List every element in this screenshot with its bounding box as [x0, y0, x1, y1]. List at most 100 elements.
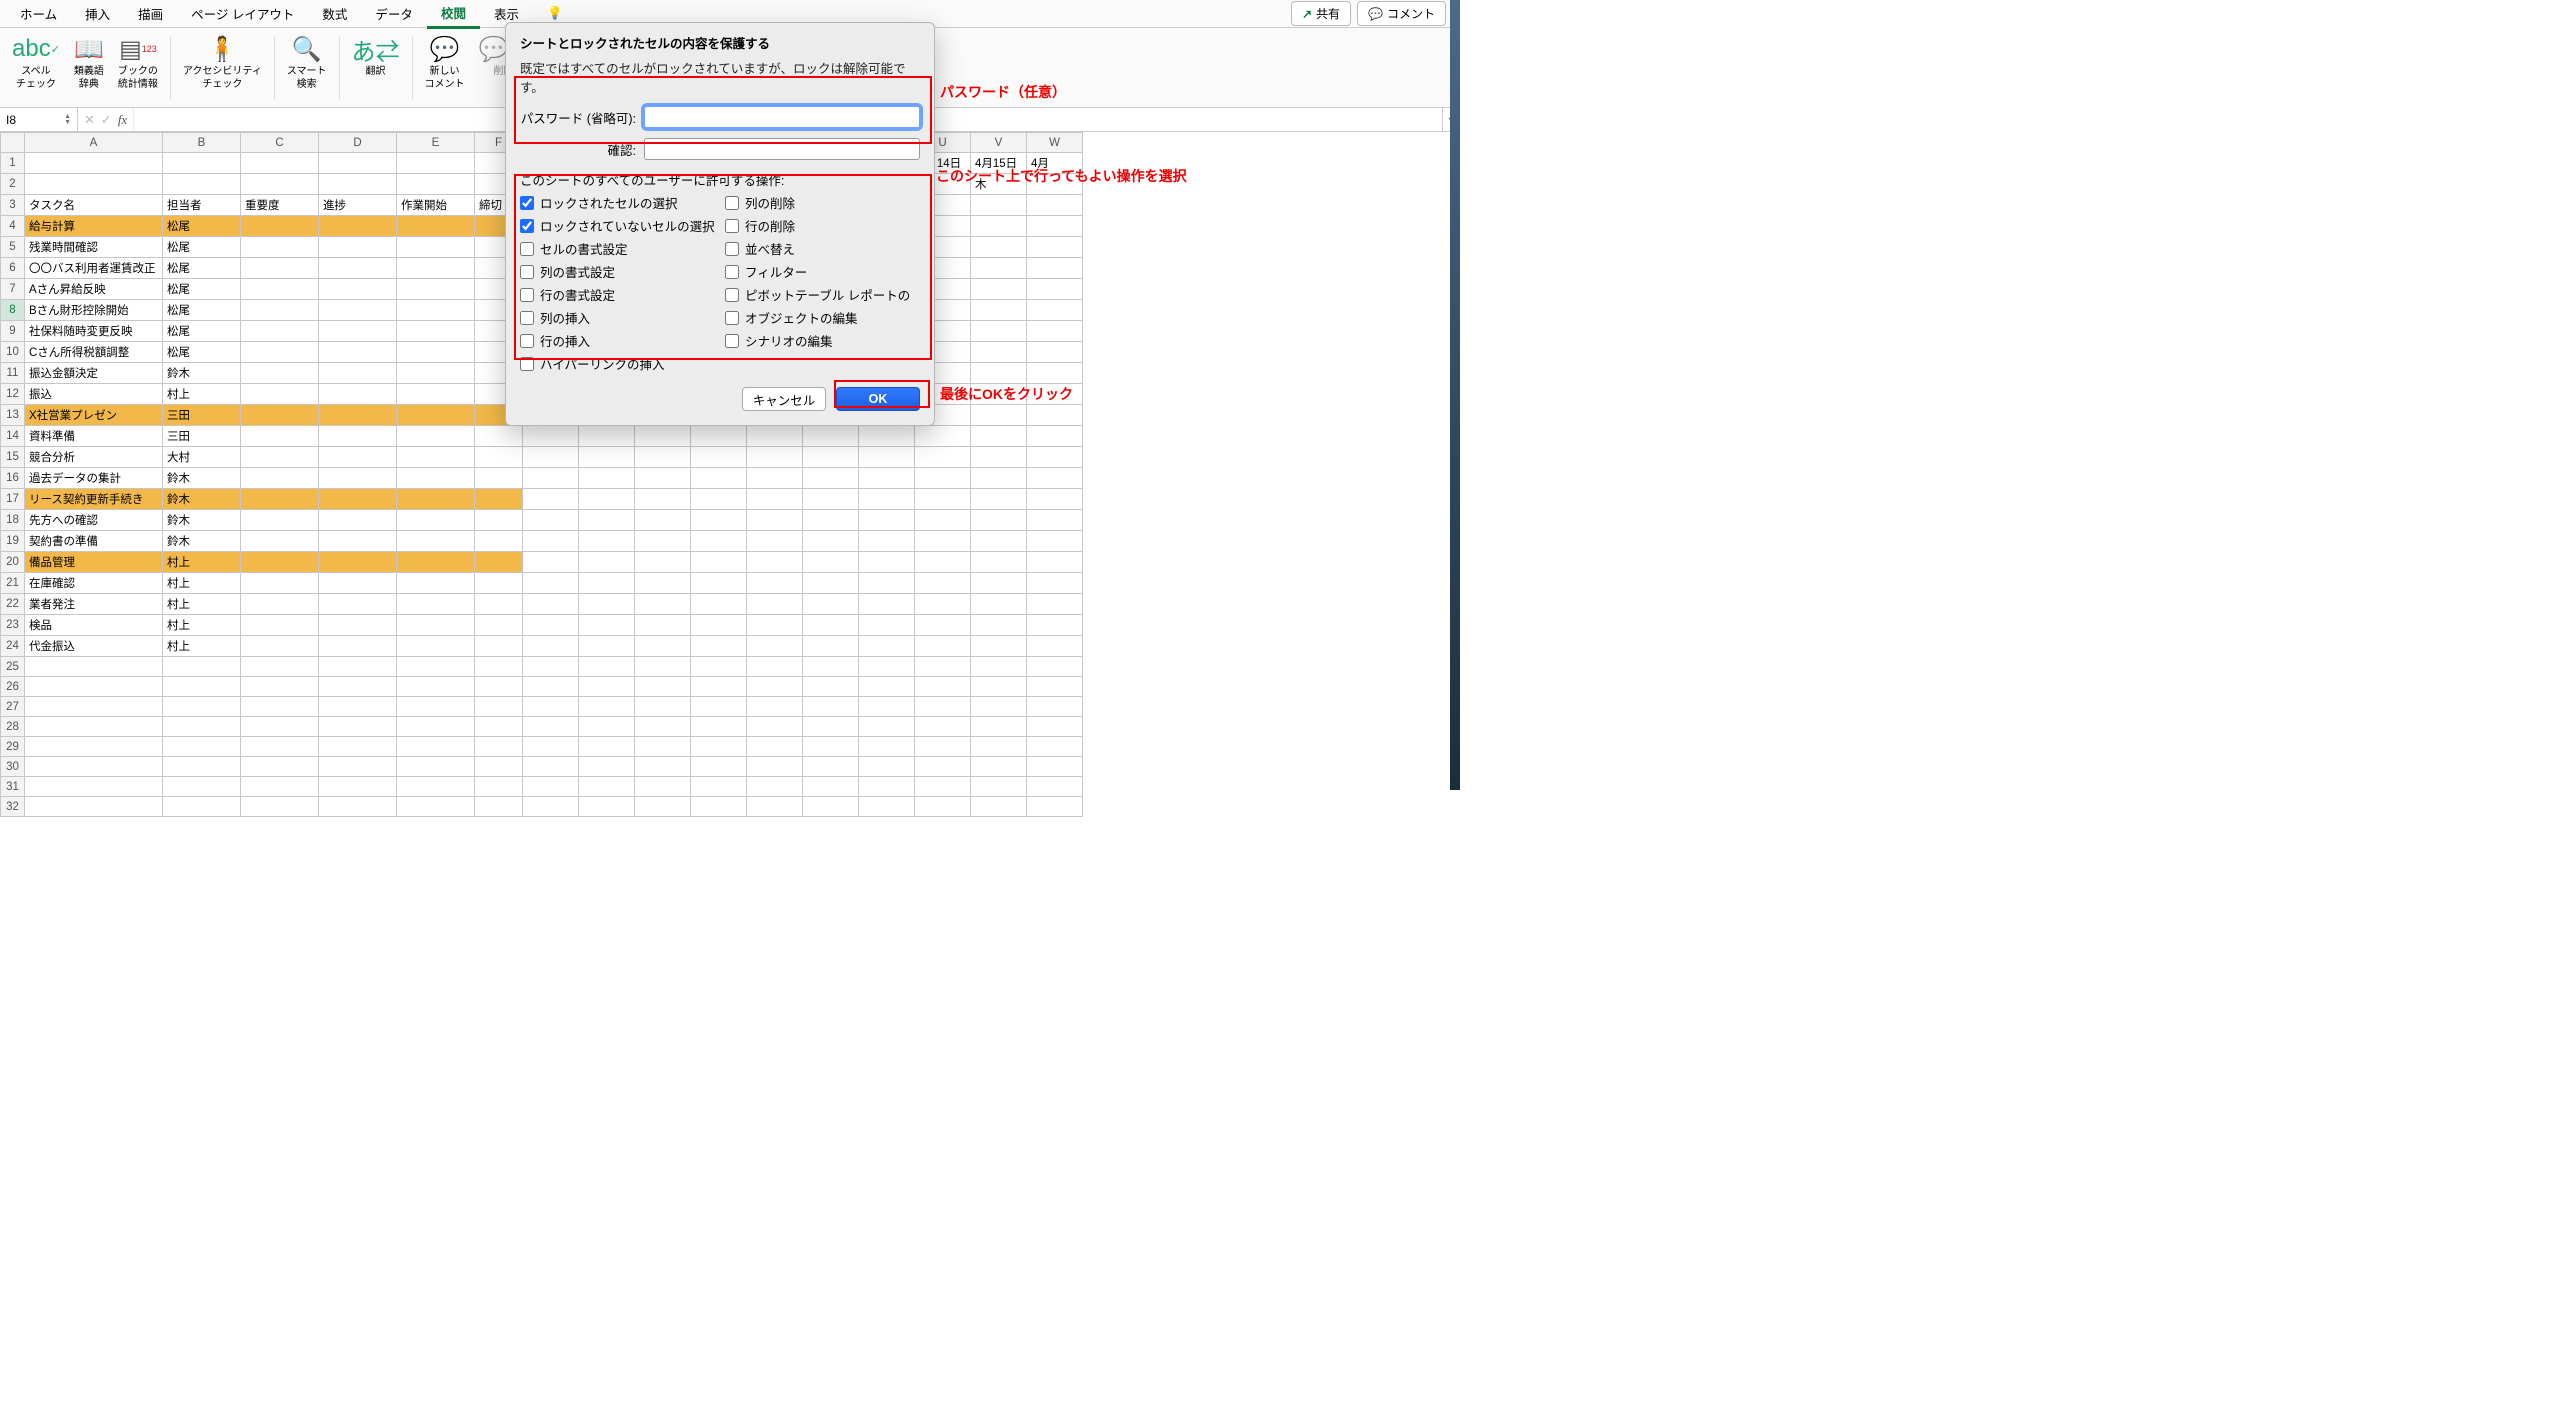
- cell[interactable]: [635, 468, 691, 489]
- cell[interactable]: [971, 279, 1027, 300]
- cell[interactable]: [747, 531, 803, 552]
- cell[interactable]: [523, 594, 579, 615]
- cell[interactable]: 先方への確認: [25, 510, 163, 531]
- cell[interactable]: [475, 737, 523, 757]
- row-header[interactable]: 7: [1, 279, 25, 300]
- cell[interactable]: [915, 777, 971, 797]
- cell[interactable]: [859, 510, 915, 531]
- cell[interactable]: [475, 657, 523, 677]
- cell[interactable]: [915, 657, 971, 677]
- cell[interactable]: [1027, 321, 1083, 342]
- cell[interactable]: [1027, 342, 1083, 363]
- cell[interactable]: [691, 468, 747, 489]
- cell[interactable]: [859, 447, 915, 468]
- confirm-input[interactable]: [644, 138, 920, 160]
- cell[interactable]: [523, 757, 579, 777]
- cell[interactable]: 振込: [25, 384, 163, 405]
- cell[interactable]: [971, 510, 1027, 531]
- tab-draw[interactable]: 描画: [124, 0, 177, 27]
- cell[interactable]: 村上: [163, 573, 241, 594]
- cell[interactable]: [915, 717, 971, 737]
- cell[interactable]: [1027, 258, 1083, 279]
- row-header[interactable]: 8: [1, 300, 25, 321]
- cell[interactable]: 契約書の準備: [25, 531, 163, 552]
- row-header[interactable]: 1: [1, 153, 25, 174]
- cell[interactable]: [523, 510, 579, 531]
- cell[interactable]: [971, 363, 1027, 384]
- checkbox[interactable]: [725, 219, 739, 233]
- cell[interactable]: [397, 737, 475, 757]
- cell[interactable]: [241, 594, 319, 615]
- cell[interactable]: [241, 657, 319, 677]
- cell[interactable]: [397, 552, 475, 573]
- col-header[interactable]: B: [163, 133, 241, 153]
- row-header[interactable]: 10: [1, 342, 25, 363]
- cell[interactable]: [319, 237, 397, 258]
- cell[interactable]: [859, 657, 915, 677]
- cell[interactable]: [475, 573, 523, 594]
- cell[interactable]: [241, 510, 319, 531]
- cell[interactable]: [691, 447, 747, 468]
- row-header[interactable]: 20: [1, 552, 25, 573]
- cell[interactable]: [1027, 573, 1083, 594]
- cell[interactable]: [635, 489, 691, 510]
- cell[interactable]: [475, 636, 523, 657]
- cell[interactable]: 村上: [163, 594, 241, 615]
- cell[interactable]: [635, 426, 691, 447]
- cell[interactable]: [859, 797, 915, 817]
- cell[interactable]: [1027, 636, 1083, 657]
- cell[interactable]: [1027, 657, 1083, 677]
- cell[interactable]: [971, 573, 1027, 594]
- cell[interactable]: [163, 737, 241, 757]
- fx-icon[interactable]: fx: [118, 112, 127, 128]
- cell[interactable]: [915, 468, 971, 489]
- checkbox[interactable]: [520, 311, 534, 325]
- cell[interactable]: [1027, 468, 1083, 489]
- row-header[interactable]: 2: [1, 174, 25, 195]
- cell[interactable]: [1027, 405, 1083, 426]
- cell[interactable]: [163, 657, 241, 677]
- cell[interactable]: [523, 636, 579, 657]
- cell[interactable]: [579, 757, 635, 777]
- cell[interactable]: [241, 216, 319, 237]
- thesaurus-button[interactable]: 📖類義語 辞典: [68, 32, 110, 104]
- cell[interactable]: [971, 195, 1027, 216]
- cell[interactable]: [319, 426, 397, 447]
- cell[interactable]: [1027, 531, 1083, 552]
- cell[interactable]: 松尾: [163, 216, 241, 237]
- checkbox[interactable]: [520, 265, 534, 279]
- cell[interactable]: [163, 717, 241, 737]
- cell[interactable]: [971, 636, 1027, 657]
- cell[interactable]: [319, 797, 397, 817]
- cell[interactable]: [319, 489, 397, 510]
- cell[interactable]: [25, 777, 163, 797]
- checkbox[interactable]: [520, 357, 534, 371]
- cell[interactable]: [397, 258, 475, 279]
- cell[interactable]: [319, 216, 397, 237]
- select-all-corner[interactable]: [1, 133, 25, 153]
- cell[interactable]: 村上: [163, 636, 241, 657]
- cell[interactable]: [803, 531, 859, 552]
- cell[interactable]: [859, 573, 915, 594]
- cell[interactable]: [971, 615, 1027, 636]
- cell[interactable]: [803, 797, 859, 817]
- cell[interactable]: 在庫確認: [25, 573, 163, 594]
- cell[interactable]: 鈴木: [163, 489, 241, 510]
- cell[interactable]: 備品管理: [25, 552, 163, 573]
- permission-checkbox[interactable]: ピボットテーブル レポートの: [725, 285, 920, 304]
- cell[interactable]: 重要度: [241, 195, 319, 216]
- cell[interactable]: Aさん昇給反映: [25, 279, 163, 300]
- permission-checkbox[interactable]: 行の削除: [725, 216, 920, 235]
- cell[interactable]: [163, 697, 241, 717]
- cell[interactable]: 松尾: [163, 342, 241, 363]
- row-header[interactable]: 3: [1, 195, 25, 216]
- cell[interactable]: [397, 717, 475, 737]
- cell[interactable]: [319, 405, 397, 426]
- checkbox[interactable]: [520, 196, 534, 210]
- cell[interactable]: 競合分析: [25, 447, 163, 468]
- cell[interactable]: [523, 531, 579, 552]
- cell[interactable]: 鈴木: [163, 531, 241, 552]
- cell[interactable]: [241, 279, 319, 300]
- cell[interactable]: [859, 531, 915, 552]
- cell[interactable]: [579, 717, 635, 737]
